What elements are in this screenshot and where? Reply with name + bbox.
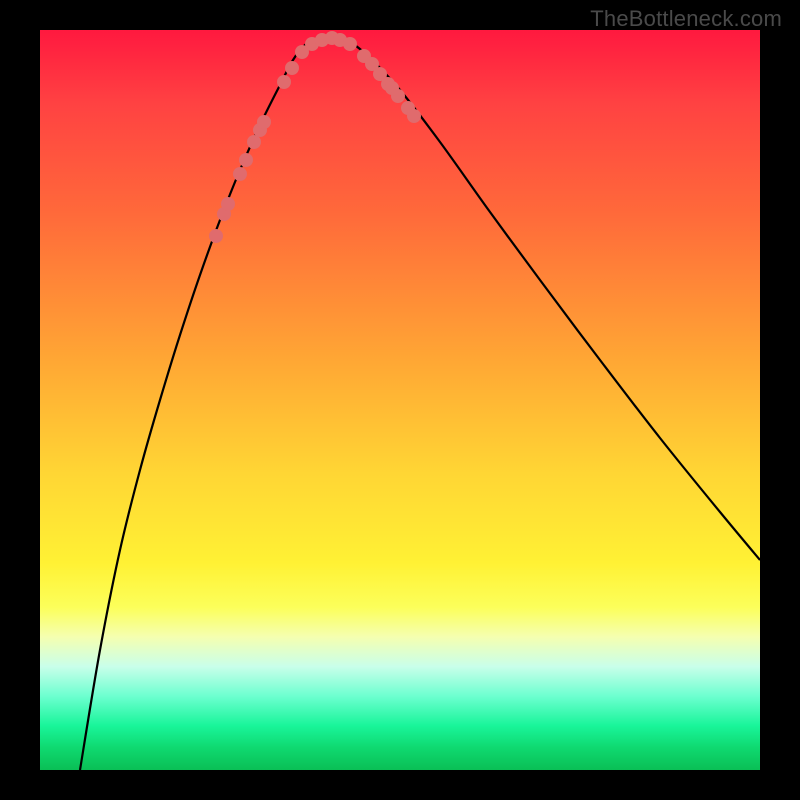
bottleneck-curve: [80, 37, 760, 770]
watermark-text: TheBottleneck.com: [590, 6, 782, 32]
outer-frame: TheBottleneck.com: [0, 0, 800, 800]
highlight-dot: [277, 75, 291, 89]
highlight-dot: [221, 197, 235, 211]
highlight-dot: [391, 89, 405, 103]
highlight-dot: [233, 167, 247, 181]
highlight-dot: [257, 115, 271, 129]
curve-svg: [40, 30, 760, 770]
plot-area: [40, 30, 760, 770]
highlight-dot: [209, 229, 223, 243]
highlight-dots: [209, 31, 421, 243]
highlight-dot: [407, 109, 421, 123]
highlight-dot: [247, 135, 261, 149]
highlight-dot: [285, 61, 299, 75]
highlight-dot: [239, 153, 253, 167]
highlight-dot: [343, 37, 357, 51]
